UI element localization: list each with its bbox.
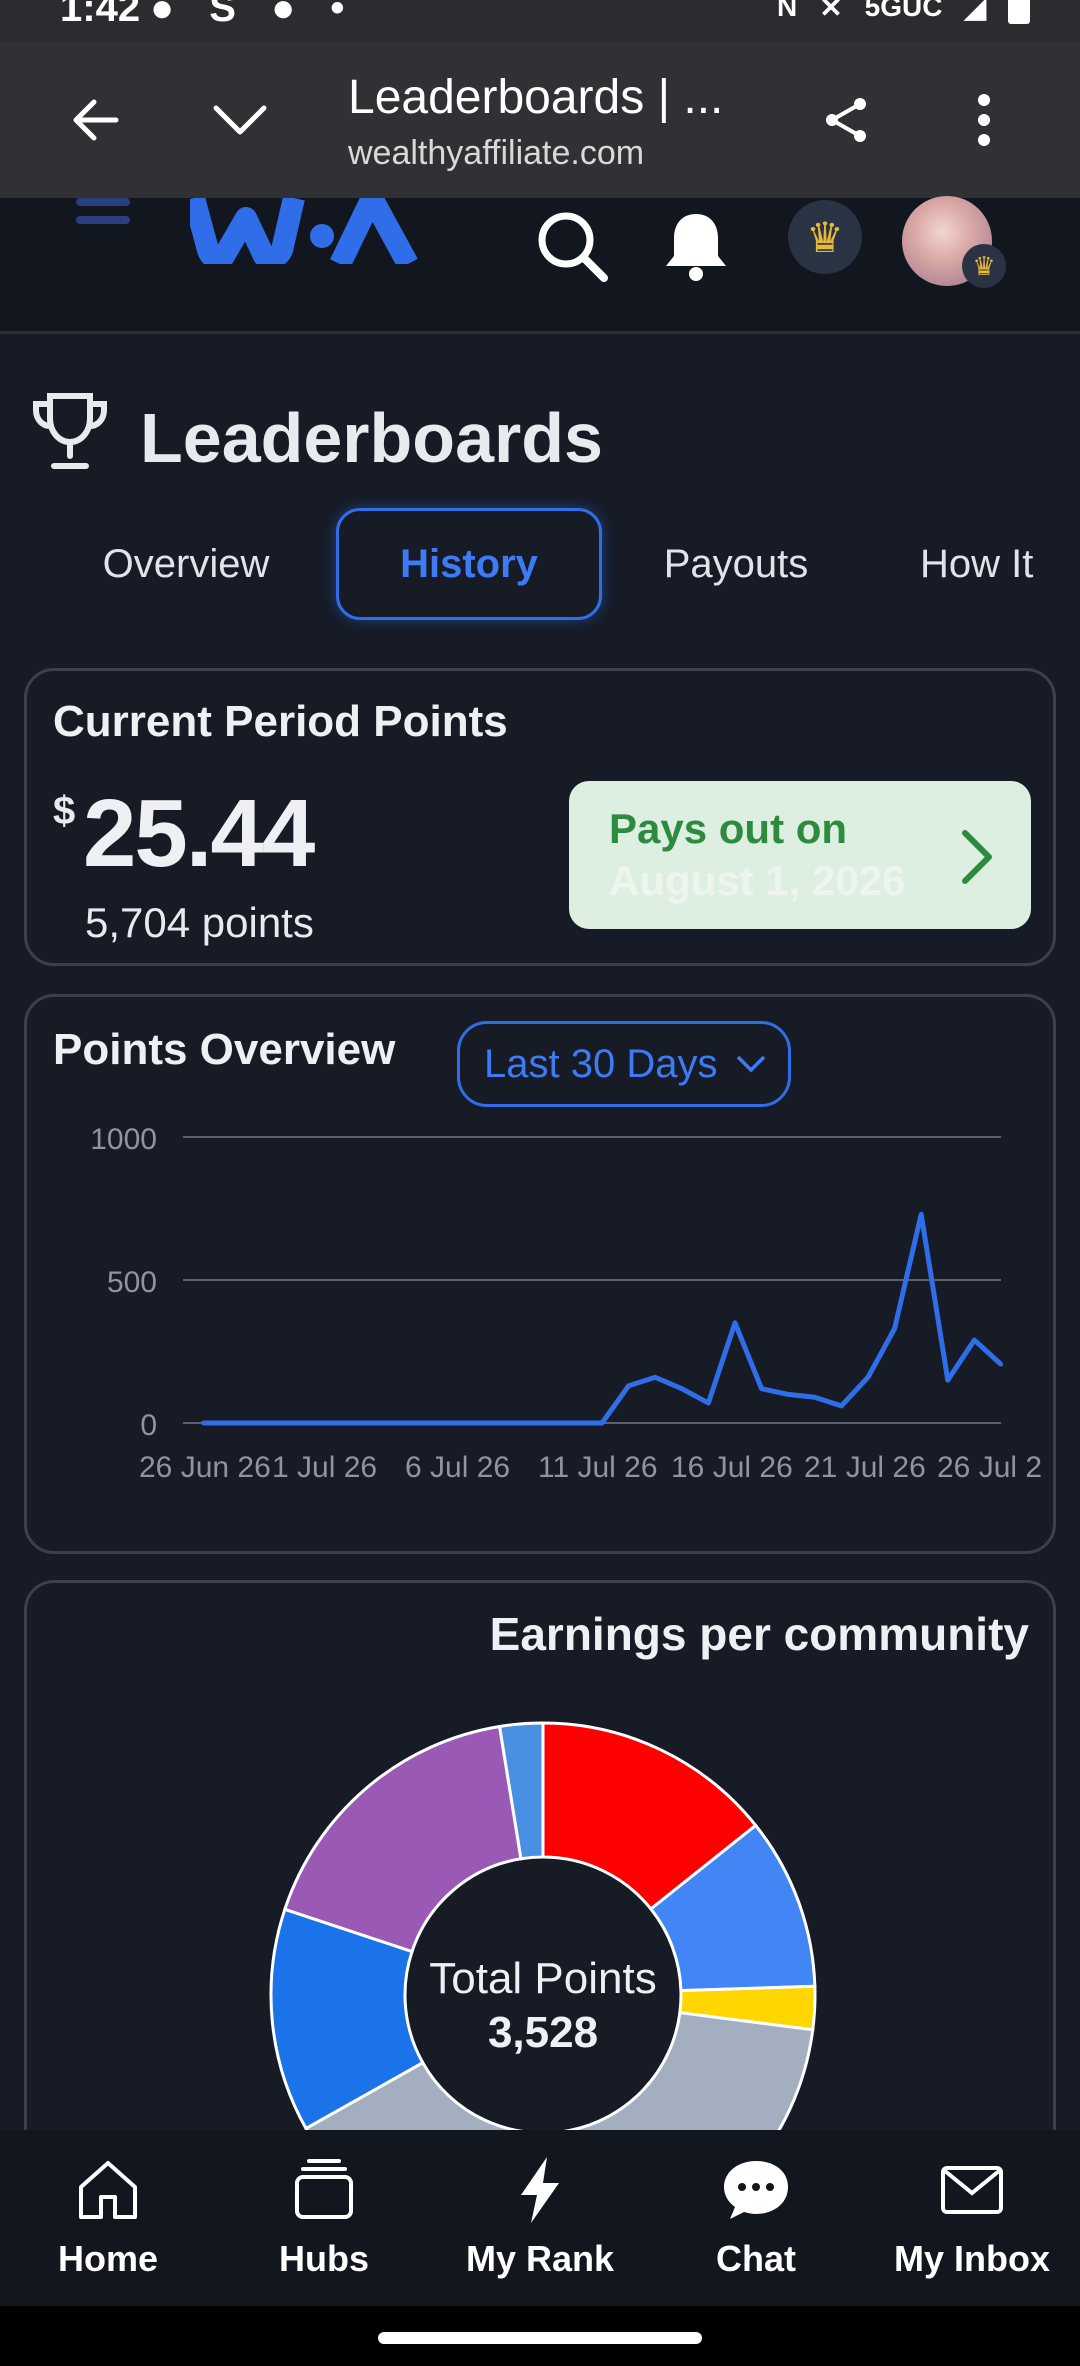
bottom-nav: Home Hubs My Rank Chat My Inbox <box>0 2130 1080 2306</box>
data-point <box>201 1421 205 1425</box>
share-icon <box>826 98 866 142</box>
avatar-crown-icon: ♛ <box>962 244 1006 288</box>
status-bar: 1:42 ● S ● • N ✕ 5GUC ◢ <box>0 0 1080 42</box>
wa-logo[interactable] <box>190 198 420 264</box>
browser-tab-title[interactable]: Leaderboards | ... <box>348 70 723 125</box>
lightning-icon <box>521 2157 559 2223</box>
trophy-icon <box>33 393 107 469</box>
points-line-chart: 0 500 1000 26 Jun 26 1 Jul 26 6 Jul 26 11 Jul … <box>90 1123 1042 1484</box>
battery-icon <box>1008 0 1030 24</box>
y-tick-label: 500 <box>107 1266 157 1299</box>
currency-symbol: $ <box>53 789 76 833</box>
tab-history[interactable]: History <box>336 508 602 620</box>
hubs-icon <box>295 2159 353 2219</box>
y-tick-label: 1000 <box>90 1123 157 1156</box>
data-point <box>919 1212 924 1217</box>
donut-center-label: Total Points <box>429 1954 656 2003</box>
data-point <box>706 1400 711 1405</box>
data-point <box>653 1375 658 1380</box>
nav-home[interactable]: Home <box>8 2150 208 2300</box>
current-period-title: Current Period Points <box>53 697 508 746</box>
mute-icon: ✕ <box>819 0 843 23</box>
data-point <box>733 1320 737 1325</box>
nav-my-rank[interactable]: My Rank <box>440 2150 640 2300</box>
nav-home-label: Home <box>57 2238 159 2279</box>
donut-center-value: 3,528 <box>488 2008 598 2057</box>
nfc-icon: N <box>776 0 798 22</box>
earnings-card: Earnings per community Total Points 3,528 <box>24 1580 1056 2220</box>
data-point <box>600 1421 604 1425</box>
payout-date-button[interactable]: Pays out on August 1, 2026 <box>569 781 1031 929</box>
x-tick-label: 26 Jul 2 <box>937 1451 1042 1484</box>
network-label: 5GUC <box>864 0 943 22</box>
data-point <box>839 1403 844 1408</box>
overflow-menu-button[interactable] <box>946 82 1022 158</box>
data-point <box>812 1395 817 1400</box>
data-point <box>892 1326 897 1331</box>
chevron-right-icon <box>962 830 992 884</box>
share-button[interactable] <box>808 82 884 158</box>
earnings-donut-chart: Total Points 3,528 <box>269 1721 817 2143</box>
x-tick-label: 26 Jun 26 <box>139 1451 271 1484</box>
browser-toolbar: Leaderboards | ... wealthyaffiliate.com <box>0 42 1080 198</box>
payout-date: August 1, 2026 <box>609 857 906 904</box>
payout-label: Pays out on <box>609 805 848 852</box>
system-icons: N ✕ 5GUC ◢ <box>777 0 1030 24</box>
clock: 1:42 <box>60 0 141 30</box>
gesture-bar <box>0 2306 1080 2366</box>
back-arrow-icon <box>73 99 119 141</box>
hamburger-menu-button[interactable] <box>76 198 130 246</box>
search-button[interactable] <box>532 206 612 286</box>
browser-url[interactable]: wealthyaffiliate.com <box>348 134 644 173</box>
nav-chat[interactable]: Chat <box>656 2150 856 2300</box>
chevron-down-icon <box>213 105 267 135</box>
nav-my-inbox[interactable]: My Inbox <box>872 2150 1072 2300</box>
x-tick-label: 11 Jul 26 <box>538 1451 658 1484</box>
nav-my-rank-label: My Rank <box>465 2238 615 2279</box>
back-button[interactable] <box>58 82 134 158</box>
tab-overview[interactable]: Overview <box>76 508 296 620</box>
x-tick-label: 16 Jul 26 <box>671 1451 793 1484</box>
nav-chat-label: Chat <box>716 2238 796 2279</box>
points-overview-card: Points Overview Last 30 Days 0 500 1000 26 … <box>24 994 1056 1554</box>
x-tick-label: 1 Jul 26 <box>272 1451 377 1484</box>
tab-how-it-works[interactable]: How It <box>920 508 1080 620</box>
search-icon <box>538 212 608 282</box>
more-vert-icon <box>978 94 990 146</box>
data-point <box>999 1362 1003 1367</box>
data-point <box>972 1338 977 1343</box>
nav-my-inbox-label: My Inbox <box>893 2238 1050 2279</box>
nav-hubs[interactable]: Hubs <box>224 2150 424 2300</box>
data-point <box>866 1375 870 1380</box>
y-tick-label: 0 <box>140 1409 157 1442</box>
tab-payouts[interactable]: Payouts <box>632 508 840 620</box>
earnings-amount: 25.44 <box>83 780 315 887</box>
data-point <box>945 1378 950 1383</box>
data-point <box>626 1383 631 1388</box>
nav-hubs-label: Hubs <box>279 2238 369 2279</box>
data-point <box>759 1386 764 1391</box>
data-point <box>786 1392 791 1397</box>
membership-crown-icon[interactable]: ♛ <box>788 200 862 274</box>
data-point <box>679 1386 684 1391</box>
home-icon <box>79 2161 137 2219</box>
bell-icon <box>666 214 726 281</box>
current-period-card: Current Period Points $ 25.44 5,704 poin… <box>24 668 1056 966</box>
x-tick-label: 21 Jul 26 <box>804 1451 926 1484</box>
collapse-button[interactable] <box>202 82 278 158</box>
points-total: 5,704 points <box>85 899 314 946</box>
points-series-line <box>203 1211 1003 1426</box>
chat-icon <box>724 2161 788 2219</box>
mail-icon <box>941 2166 1003 2214</box>
notifications-button[interactable] <box>656 206 736 286</box>
signal-icon: ◢ <box>964 0 986 23</box>
x-tick-label: 6 Jul 26 <box>405 1451 510 1484</box>
page-title: Leaderboards <box>140 399 603 477</box>
notification-icons: ● S ● • <box>150 0 357 30</box>
